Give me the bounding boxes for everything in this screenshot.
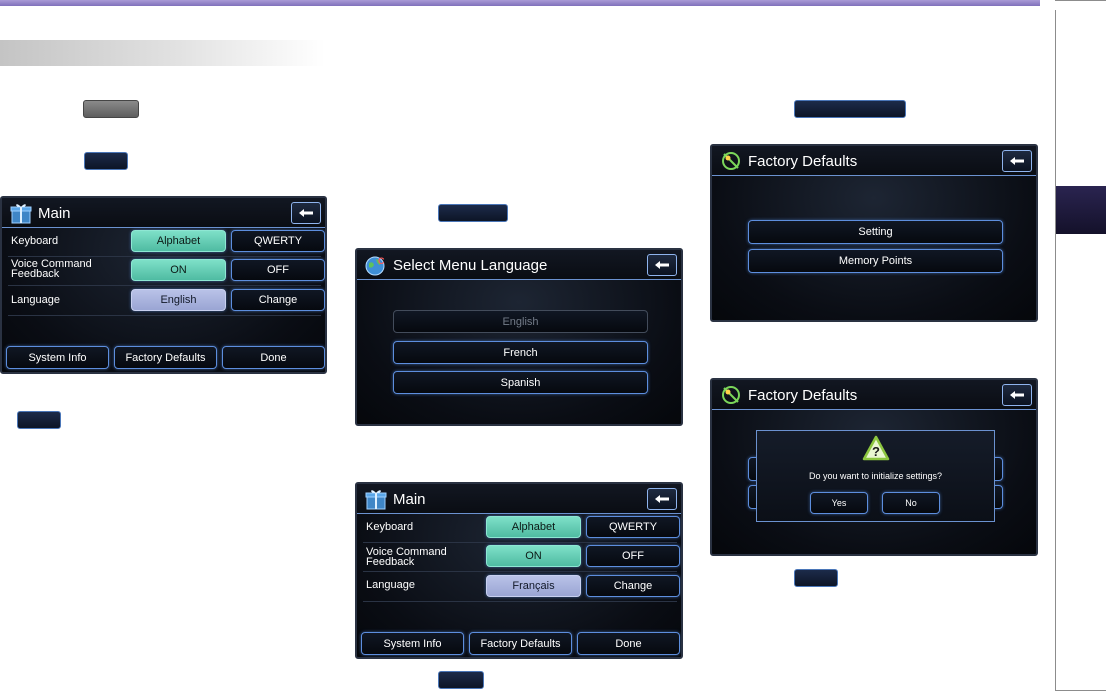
factory-defaults-screen: Factory Defaults ? Do you want to initia… [710,378,1038,556]
screen-title: Select Menu Language [393,257,548,274]
alphabet-button[interactable]: Alphabet [131,230,226,252]
svg-text:C: C [378,256,385,266]
key-cap-navy [84,152,128,170]
key-cap-navy [438,204,508,222]
factory-defaults-button[interactable]: Factory Defaults [114,346,217,369]
row-divider [8,285,321,286]
back-button[interactable] [1002,384,1032,406]
warning-triangle-icon: ? [862,435,890,461]
key-cap-navy [17,411,61,429]
memory-points-button[interactable]: Memory Points [748,249,1003,273]
title-bar: Main [357,484,681,514]
system-info-button[interactable]: System Info [6,346,109,369]
keyboard-label: Keyboard [366,521,414,533]
keyboard-label: Keyboard [11,235,59,247]
voice-feedback-label: Voice Command Feedback [366,546,447,568]
satellite-icon [722,152,740,170]
title-bar: Main [2,198,325,228]
change-language-button[interactable]: Change [231,289,325,311]
factory-defaults-button[interactable]: Factory Defaults [469,632,572,655]
yes-button[interactable]: Yes [810,492,868,514]
back-button[interactable] [1002,150,1032,172]
done-button[interactable]: Done [222,346,325,369]
section-header-band [0,40,325,66]
left-arrow-icon [1010,391,1024,399]
setting-button[interactable]: Setting [748,220,1003,244]
row-divider [8,315,321,316]
no-button[interactable]: No [882,492,940,514]
change-language-button[interactable]: Change [586,575,680,597]
language-label: Language [11,294,60,306]
side-rule [1055,10,1056,690]
system-info-button[interactable]: System Info [361,632,464,655]
language-value-button[interactable]: Français [486,575,581,597]
alphabet-button[interactable]: Alphabet [486,516,581,538]
screen-title: Factory Defaults [748,153,858,170]
left-arrow-icon [655,495,669,503]
row-divider [363,601,677,602]
language-option-english[interactable]: English [393,310,648,333]
side-rule-top [1055,0,1106,1]
gift-box-icon [365,490,387,510]
chapter-tab [1056,186,1106,234]
svg-text:?: ? [872,444,880,459]
voice-off-button[interactable]: OFF [231,259,325,281]
left-arrow-icon [655,261,669,269]
satellite-icon [722,386,740,404]
screen-title: Factory Defaults [748,387,858,404]
dialog-question: Do you want to initialize settings? [808,471,943,481]
top-rule [0,0,1040,6]
voice-on-button[interactable]: ON [131,259,226,281]
main-screen: Main Keyboard Alphabet QWERTY Voice Comm… [0,196,327,374]
title-bar: C Select Menu Language [357,250,681,280]
factory-defaults-screen: Factory Defaults Setting Memory Points [710,144,1038,322]
left-arrow-icon [1010,157,1024,165]
language-option-spanish[interactable]: Spanish [393,371,648,394]
voice-off-button[interactable]: OFF [586,545,680,567]
language-label: Language [366,579,415,591]
qwerty-button[interactable]: QWERTY [586,516,680,538]
done-button[interactable]: Done [577,632,680,655]
row-divider [363,571,677,572]
language-option-french[interactable]: French [393,341,648,364]
key-cap-navy [794,569,838,587]
left-arrow-icon [299,209,313,217]
language-screen: C Select Menu Language English French Sp… [355,248,683,426]
language-value-button[interactable]: English [131,289,226,311]
title-bar: Factory Defaults [712,380,1036,410]
back-button[interactable] [291,202,321,224]
row-divider [363,542,677,543]
screen-title: Main [38,205,71,222]
main-screen: Main Keyboard Alphabet QWERTY Voice Comm… [355,482,683,659]
qwerty-button[interactable]: QWERTY [231,230,325,252]
back-button[interactable] [647,488,677,510]
back-button[interactable] [647,254,677,276]
gift-box-icon [10,204,32,224]
key-cap-navy [794,100,906,118]
screen-title: Main [393,491,426,508]
key-cap-grey [83,100,139,118]
globe-icon: C [365,256,385,276]
row-divider [8,256,321,257]
confirm-dialog: ? Do you want to initialize settings? Ye… [756,430,995,522]
voice-on-button[interactable]: ON [486,545,581,567]
title-bar: Factory Defaults [712,146,1036,176]
voice-feedback-label: Voice Command Feedback [11,258,92,280]
key-cap-navy [438,671,484,689]
